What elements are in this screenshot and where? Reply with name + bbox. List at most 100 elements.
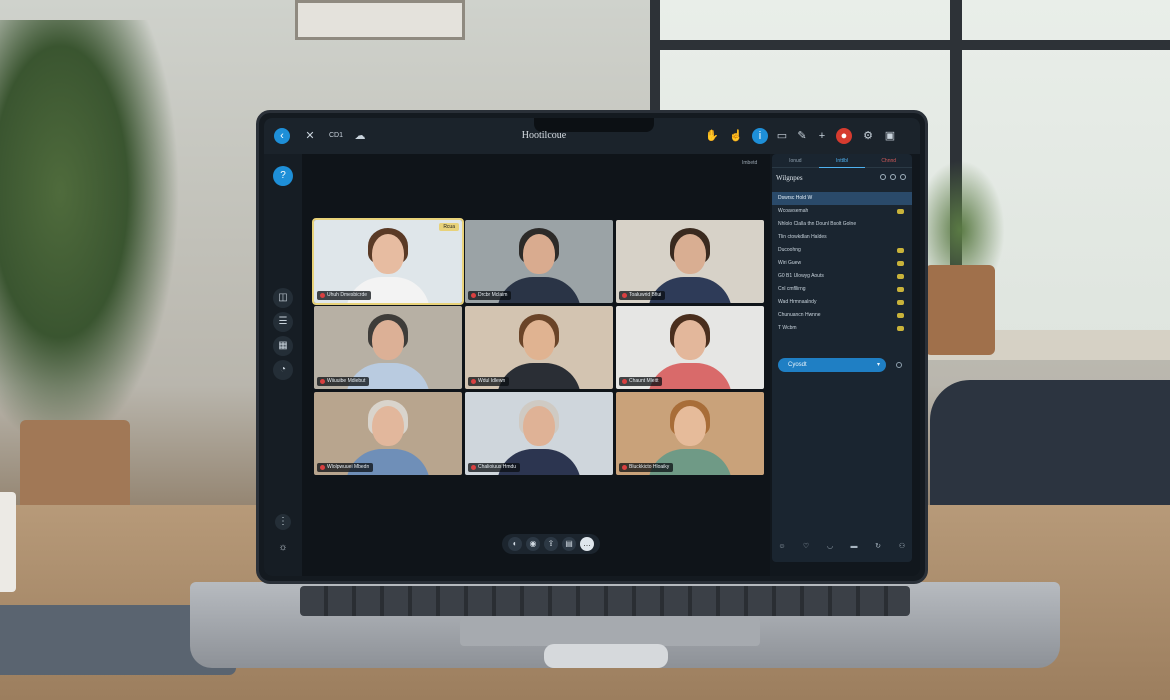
video-tile[interactable]: Toaluwrid Bfiui [616,220,764,303]
tab-second[interactable]: Inttlbl [818,154,866,168]
video-tile[interactable]: Drcbr Mclaim [465,220,613,303]
participant-face [674,406,706,446]
status-badge [897,274,904,279]
video-tile[interactable]: Wdul Idlewn [465,306,613,389]
users-icon[interactable]: ⚇ [896,542,908,552]
list-item[interactable]: G0 B1 Ulowyg Aouts [772,270,912,283]
mic-muted-icon [622,379,627,384]
participant-name: Wdul Idlewn [468,377,510,386]
list-item-label: Ducoohng [778,247,801,253]
cloud-icon[interactable]: ☁ [352,128,368,144]
emoji-icon[interactable]: ☺ [776,542,788,552]
video-tile[interactable]: Wiiuuibe Mdiebut [314,306,462,389]
laptop-trackpad [460,618,760,646]
participant-face [372,234,404,274]
status-badge [897,209,904,214]
collapse-icon[interactable]: ⋮ [275,514,291,530]
mic-muted-icon [320,465,325,470]
call-controls: ◐ ◉ ⇪ ▤ … [502,534,600,554]
status-badge [897,248,904,253]
chat-icon[interactable]: ▭ [774,128,790,144]
list-item[interactable]: Nhlolo Clalla thn Dounl Bsolt Golne [772,218,912,231]
help-icon[interactable]: ? [273,166,293,186]
timer-icon[interactable] [896,362,902,368]
filter-icon[interactable] [890,174,896,180]
stage-tag: Imbetd [742,160,758,166]
calendar-icon[interactable]: ▦ [273,336,293,356]
chat-icon[interactable]: ▤ [562,537,576,551]
leave-icon[interactable]: ● [836,128,852,144]
brightness-icon[interactable]: ☼ [273,538,293,558]
participant-face [523,234,555,274]
timer-icon[interactable]: ◔ [273,360,293,380]
mic-muted-icon [622,293,627,298]
recording-label[interactable]: CD1 [324,128,348,144]
refresh-icon[interactable] [880,174,886,180]
panel-bottom-bar: ☺ ♡ ◡ ▬ ↻ ⚇ [776,542,908,552]
settings-icon[interactable]: ⚙ [860,128,876,144]
list-item-label: Nhlolo Clalla thn Dounl Bsolt Golne [778,221,857,227]
info-icon[interactable]: i [752,128,768,144]
participant-name: Toaluwrid Bfiui [619,291,666,300]
keyboard-icon[interactable]: ▬ [848,542,860,552]
options-icon[interactable] [900,174,906,180]
list-item[interactable]: Cnl cmfllirng [772,283,912,296]
tab-third[interactable]: Chnnd [865,154,913,168]
list-item-label: Wiri Guew [778,260,802,266]
left-rail: ? ◫ ☰ ▦ ◔ ⋮ ☼ [264,154,302,576]
tab-first[interactable]: Ionud [772,154,819,168]
list-item[interactable]: Wcoavsemah [772,205,912,218]
ghost-icon[interactable]: ◡ [824,542,836,552]
status-badge [897,300,904,305]
notes-icon[interactable]: ☰ [273,312,293,332]
participant-name: Bluckkicto Hloaiky [619,463,674,472]
app-toolbar: ‹ ✕ CD1 ☁ Hootilcoue ✋ ☝ i ▭ ✎ + ● ⚙ ▣ [264,118,920,154]
video-tile[interactable]: Uhuh Dmesbicrde Rcua [312,218,464,305]
participant-face [372,406,404,446]
list-item[interactable]: Chunuancn Hwnne [772,309,912,322]
window-mullion [660,40,1170,50]
plant-pot-right [925,265,995,355]
list-item[interactable]: Ducoohng [772,244,912,257]
share-icon[interactable]: ⇪ [544,537,558,551]
participant-name: Drcbr Mclaim [468,291,512,300]
screen-share-icon[interactable]: ▣ [882,128,898,144]
list-item[interactable]: Wiri Guew [772,257,912,270]
reaction-icon[interactable]: ♡ [800,542,812,552]
panel-tabs: Ionud Inttlbl Chnnd [772,154,913,168]
mic-icon[interactable]: ◐ [508,537,522,551]
panel-tools [880,174,906,180]
video-tile[interactable]: Chaunt Mleitt [616,306,764,389]
more-icon[interactable]: … [580,537,594,551]
wall-picture [295,0,465,40]
participant-name: Wiiuuibe Mdiebut [317,377,370,386]
video-tile[interactable]: Bluckkicto Hloaiky [616,392,764,475]
video-tile[interactable]: Chalioiuus Hmdu [465,392,613,475]
video-grid: Uhuh Dmesbicrde Rcua Drcbr Mclaim Toaluwrid… [312,218,764,476]
camera-icon[interactable]: ◉ [526,537,540,551]
hand-icon[interactable]: ✋ [704,128,720,144]
edit-icon[interactable]: ✎ [794,128,810,144]
chevron-down-icon: ▾ [876,362,880,368]
add-icon[interactable]: + [814,128,830,144]
mic-muted-icon [471,465,476,470]
refresh-icon[interactable]: ↻ [872,542,884,552]
list-item[interactable]: Dswrsc Hold W [772,192,912,205]
list-item[interactable]: Wad Hrmnaalndy [772,296,912,309]
video-call-app: ‹ ✕ CD1 ☁ Hootilcoue ✋ ☝ i ▭ ✎ + ● ⚙ ▣ ?… [264,118,920,576]
close-icon[interactable]: ✕ [302,128,318,144]
panel-input-label: Cyosdt [788,362,807,368]
video-tile[interactable]: Wlolpwuuei Mbedn [314,392,462,475]
mug [0,492,16,592]
mic-muted-icon [320,293,325,298]
list-item[interactable]: Tlin ctowkdlan Haldes [772,231,912,244]
video-stage: Imbetd Uhuh Dmesbicrde Rcua Drcbr Mclaim To… [302,154,770,576]
list-item-label: Wcoavsemah [778,208,809,214]
list-item[interactable]: T Wcbm [772,322,912,335]
app-title: Hootilcoue [521,130,567,141]
participant-name: Chalioiuus Hmdu [468,463,521,472]
panel-input[interactable]: Cyosdt ▾ [778,358,886,372]
back-icon[interactable]: ‹ [274,128,290,144]
people-icon[interactable]: ◫ [273,288,293,308]
raise-hand-icon[interactable]: ☝ [728,128,744,144]
